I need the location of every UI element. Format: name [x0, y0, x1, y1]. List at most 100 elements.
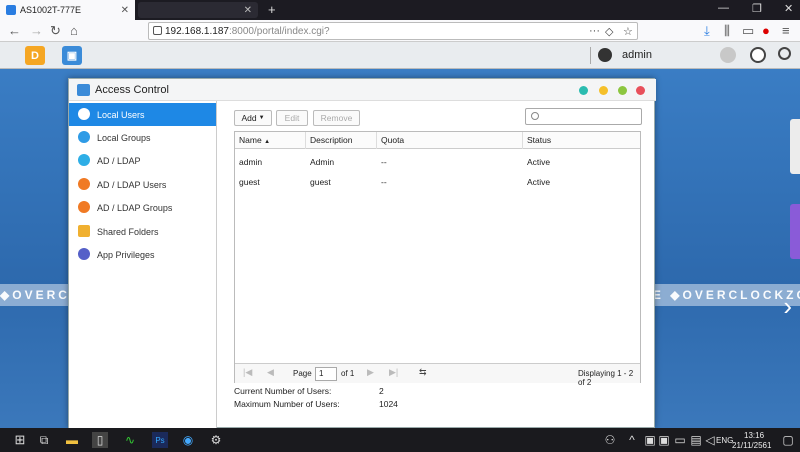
activity-monitor-icon[interactable]: ∿: [122, 432, 138, 448]
maximize-dot-icon[interactable]: [618, 86, 627, 95]
back-icon[interactable]: ←: [8, 23, 21, 38]
adm-taskbar: D ▣ admin: [0, 42, 800, 69]
insecure-lock-icon: [153, 26, 162, 35]
sort-asc-icon: ▲: [264, 139, 271, 145]
tray-app-icon[interactable]: ▣: [656, 432, 672, 448]
addon-icon[interactable]: ●: [762, 23, 770, 38]
last-page-icon[interactable]: ▶|: [389, 367, 398, 378]
firefox-icon[interactable]: ◉: [180, 432, 196, 448]
cell-name: admin: [239, 157, 263, 167]
table-row[interactable]: guest guest -- Active: [235, 172, 640, 192]
user-icon: [78, 178, 90, 190]
notification-icon[interactable]: [720, 47, 736, 63]
clock-time[interactable]: 13:16: [744, 431, 764, 440]
access-control-icon: [77, 84, 90, 96]
file-explorer-icon[interactable]: ▬: [64, 432, 80, 448]
next-page-icon[interactable]: ▶: [367, 367, 374, 378]
add-button[interactable]: Add ▼: [234, 110, 272, 126]
clock-date[interactable]: 21/11/2561: [732, 441, 771, 450]
task-view-icon[interactable]: ⧉: [36, 432, 52, 448]
download-icon[interactable]: ⤓: [704, 23, 710, 39]
edit-button-label: Edit: [284, 113, 300, 123]
adm-app-access-control-icon[interactable]: ▣: [62, 46, 82, 65]
pocket-icon[interactable]: ◇: [605, 25, 613, 38]
document-icon[interactable]: ▯: [92, 432, 108, 448]
browser-tab-bar: AS1002T-777E ✕ ✕ + — ❐ ✕: [0, 0, 800, 20]
column-header-name[interactable]: Name ▲: [235, 132, 306, 149]
chevron-down-icon: ▼: [258, 115, 265, 121]
column-header-description[interactable]: Description: [306, 132, 377, 149]
close-window-icon[interactable]: ✕: [784, 2, 793, 15]
url-host: 192.168.1.187: [165, 25, 229, 37]
column-header-status[interactable]: Status: [523, 132, 640, 149]
remove-button[interactable]: Remove: [313, 110, 360, 126]
sidebar-item-shared-folders[interactable]: Shared Folders: [69, 220, 216, 243]
sidebar-item-label: AD / LDAP: [97, 155, 141, 166]
chevron-right-icon[interactable]: ›: [783, 291, 792, 322]
library-icon[interactable]: ⫼: [724, 23, 730, 39]
home-icon[interactable]: ⌂: [70, 23, 78, 38]
users-table: Name ▲ Description Quota Status admin Ad…: [234, 131, 641, 387]
help-dot-icon[interactable]: [579, 86, 588, 95]
search-icon[interactable]: [778, 47, 791, 60]
forward-icon[interactable]: →: [30, 23, 43, 38]
window-title-bar[interactable]: Access Control: [69, 79, 656, 101]
refresh-icon[interactable]: ⇆: [419, 367, 427, 378]
key-icon: [78, 154, 90, 166]
language-indicator[interactable]: ENG: [716, 436, 733, 445]
settings-icon[interactable]: [750, 47, 766, 63]
desktop-app-tile[interactable]: [790, 204, 800, 259]
prev-page-icon[interactable]: ◀: [267, 367, 274, 378]
new-tab-icon[interactable]: +: [268, 2, 276, 17]
sidebar: Local Users Local Groups AD / LDAP AD / …: [69, 101, 217, 428]
first-page-icon[interactable]: |◀: [243, 367, 252, 378]
sidebar-item-app-privileges[interactable]: App Privileges: [69, 243, 216, 266]
sidebar-item-ad-ldap-users[interactable]: AD / LDAP Users: [69, 173, 216, 196]
sidebar-item-local-users[interactable]: Local Users: [69, 103, 216, 126]
restore-icon[interactable]: ❐: [752, 2, 762, 15]
photoshop-icon[interactable]: Ps: [152, 432, 168, 448]
settings-gear-icon[interactable]: ⚙: [208, 432, 224, 448]
column-header-quota[interactable]: Quota: [377, 132, 523, 149]
table-row[interactable]: admin Admin -- Active: [235, 152, 640, 172]
menu-icon[interactable]: ≡: [782, 23, 790, 38]
people-icon[interactable]: ⚇: [602, 432, 618, 448]
sidebar-item-local-groups[interactable]: Local Groups: [69, 126, 216, 149]
browser-tab-active[interactable]: AS1002T-777E ✕: [0, 0, 135, 20]
action-center-icon[interactable]: ▢: [780, 432, 796, 448]
access-control-window: Access Control Local Users Local Groups …: [68, 78, 656, 428]
user-icon: [78, 108, 90, 120]
minimize-icon[interactable]: —: [718, 2, 729, 14]
sidebar-item-ad-ldap-groups[interactable]: AD / LDAP Groups: [69, 196, 216, 219]
browser-tab-inactive[interactable]: ✕: [138, 2, 258, 18]
page-number-input[interactable]: 1: [315, 367, 337, 381]
search-input[interactable]: [525, 108, 642, 125]
cell-name: guest: [239, 177, 260, 187]
pagination-bar: |◀ ◀ Page 1 of 1 ▶ ▶| ⇆ Displaying 1 - 2…: [235, 363, 640, 387]
edit-button[interactable]: Edit: [276, 110, 308, 126]
windows-taskbar: ⊞ ⧉ ▬ ▯ ∿ Ps ◉ ⚙ ⚇ ^ ▣ ▣ ▭ ▤ ◁ ENG 13:16…: [0, 428, 800, 452]
sidebar-item-ad-ldap[interactable]: AD / LDAP: [69, 149, 216, 172]
minimize-dot-icon[interactable]: [599, 86, 608, 95]
cell-status: Active: [527, 157, 551, 167]
sidebar-item-label: AD / LDAP Groups: [97, 202, 173, 213]
desktop-app-tile[interactable]: [790, 119, 800, 174]
table-header: Name ▲ Description Quota Status: [235, 132, 640, 149]
windows-start-icon[interactable]: ⊞: [12, 432, 28, 448]
bookmark-star-icon[interactable]: ☆: [623, 25, 633, 38]
sidebar-icon[interactable]: ▭: [742, 23, 754, 39]
more-icon[interactable]: ···: [589, 25, 600, 37]
tray-chevron-icon[interactable]: ^: [624, 432, 640, 448]
page-label: Page: [293, 369, 312, 378]
cell-status: Active: [527, 177, 551, 187]
close-dot-icon[interactable]: [636, 86, 645, 95]
close-icon[interactable]: ✕: [244, 5, 252, 16]
battery-icon[interactable]: ▭: [672, 432, 688, 448]
reload-icon[interactable]: ↻: [50, 23, 61, 39]
address-bar[interactable]: 192.168.1.187 :8000/portal/index.cgi? ··…: [148, 22, 638, 40]
close-icon[interactable]: ✕: [121, 5, 129, 16]
divider: [590, 47, 591, 64]
browser-nav-bar: ← → ↻ ⌂ 192.168.1.187 :8000/portal/index…: [0, 20, 800, 42]
adm-app-download-center-icon[interactable]: D: [25, 46, 45, 65]
adm-user-menu[interactable]: admin: [598, 48, 652, 62]
